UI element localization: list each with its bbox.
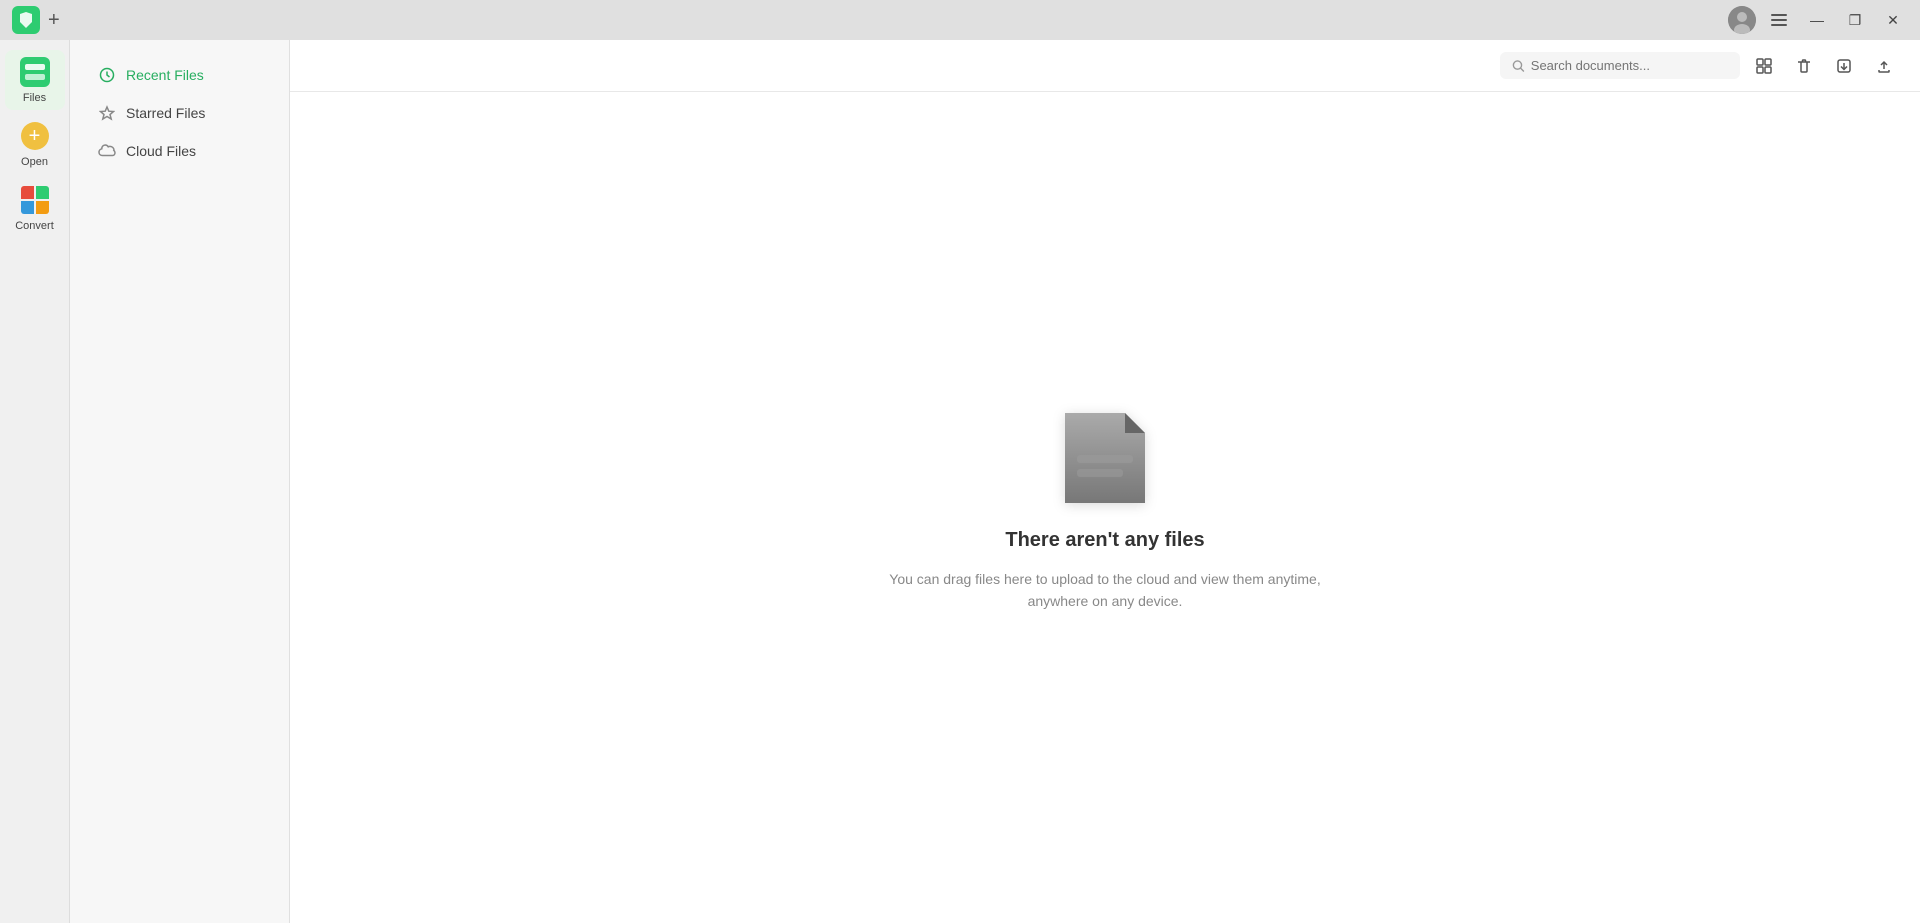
- cloud-icon: [98, 142, 116, 160]
- convert-icon-wrap: [19, 184, 51, 216]
- files-icon-wrap: [19, 56, 51, 88]
- add-tab-button[interactable]: +: [48, 10, 60, 30]
- main-content: There aren't any files You can drag file…: [290, 40, 1920, 923]
- empty-file-icon: [1055, 403, 1155, 513]
- user-avatar[interactable]: [1728, 6, 1756, 34]
- cloud-label: Cloud Files: [126, 143, 196, 159]
- maximize-button[interactable]: ❐: [1840, 8, 1870, 32]
- star-icon: [98, 104, 116, 122]
- grid-view-button[interactable]: [1748, 50, 1780, 82]
- sidebar-item-files[interactable]: Files: [5, 50, 65, 110]
- nav-item-cloud[interactable]: Cloud Files: [78, 132, 281, 170]
- open-icon: +: [21, 122, 49, 150]
- app-logo: [12, 6, 40, 34]
- empty-title: There aren't any files: [1005, 529, 1204, 552]
- empty-description: You can drag files here to upload to the…: [889, 568, 1320, 613]
- files-label: Files: [23, 92, 46, 104]
- convert-label: Convert: [15, 220, 54, 232]
- search-icon: [1512, 59, 1525, 73]
- empty-state: There aren't any files You can drag file…: [290, 92, 1920, 923]
- minimize-button[interactable]: —: [1802, 8, 1832, 32]
- icon-sidebar: Files + Open Convert: [0, 40, 70, 923]
- download-button[interactable]: [1828, 50, 1860, 82]
- nav-item-starred[interactable]: Starred Files: [78, 94, 281, 132]
- nav-sidebar: Recent Files Starred Files Cloud Files: [70, 40, 290, 923]
- open-icon-wrap: +: [19, 120, 51, 152]
- convert-icon: [21, 186, 49, 214]
- sidebar-item-convert[interactable]: Convert: [5, 178, 65, 238]
- search-box[interactable]: [1500, 52, 1740, 79]
- close-button[interactable]: ✕: [1878, 8, 1908, 32]
- title-bar-right: — ❐ ✕: [1728, 6, 1908, 34]
- sidebar-item-open[interactable]: + Open: [5, 114, 65, 174]
- title-bar: + — ❐ ✕: [0, 0, 1920, 40]
- hamburger-menu-button[interactable]: [1764, 8, 1794, 32]
- recent-icon: [98, 66, 116, 84]
- open-label: Open: [21, 156, 48, 168]
- title-bar-left: +: [12, 6, 60, 34]
- upload-button[interactable]: [1868, 50, 1900, 82]
- nav-item-recent[interactable]: Recent Files: [78, 56, 281, 94]
- trash-button[interactable]: [1788, 50, 1820, 82]
- search-input[interactable]: [1531, 58, 1728, 73]
- toolbar: [290, 40, 1920, 92]
- starred-label: Starred Files: [126, 105, 205, 121]
- recent-label: Recent Files: [126, 67, 204, 83]
- app-body: Files + Open Convert: [0, 40, 1920, 923]
